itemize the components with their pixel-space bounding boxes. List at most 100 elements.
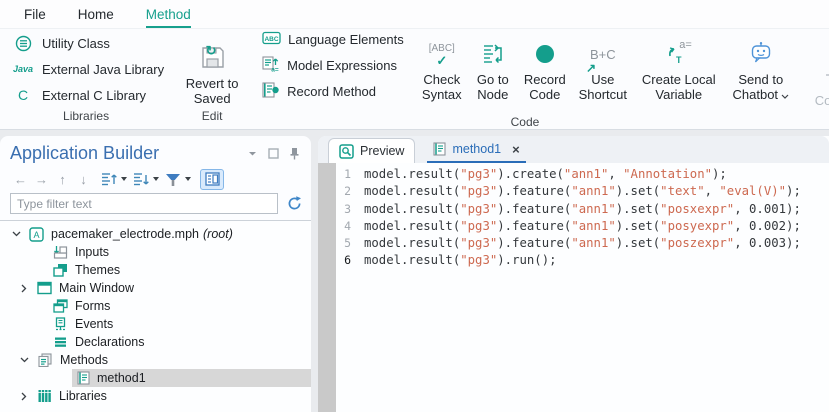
filter-input[interactable]: [10, 193, 278, 214]
code-string: "ann1": [571, 183, 615, 200]
code-text: model.result(: [364, 183, 460, 200]
tree-row-themes[interactable]: Themes: [0, 261, 311, 279]
expand-list-icon[interactable]: [132, 172, 150, 186]
code-text: model.result(: [364, 235, 460, 252]
tree-row-root[interactable]: A pacemaker_electrode.mph(root): [0, 225, 311, 243]
svg-text:T: T: [676, 55, 682, 65]
external-java-library-button[interactable]: Java External Java Library: [12, 58, 164, 81]
model-expressions-button[interactable]: a= Model Expressions: [262, 55, 404, 75]
tree-row-libraries[interactable]: Libraries: [0, 387, 311, 405]
line-number: 2: [336, 183, 364, 200]
code-text: ).feature(: [497, 235, 571, 252]
code-text: ).feature(: [497, 218, 571, 235]
code-line[interactable]: 3model.result("pg3").feature("ann1").set…: [336, 201, 829, 218]
utility-class-button[interactable]: Utility Class: [12, 32, 164, 55]
code-editor[interactable]: 1model.result("pg3").create("ann1", "Ann…: [318, 163, 829, 412]
create-local-variable-icon: a= T: [664, 36, 694, 72]
tab-method1[interactable]: method1 ×: [427, 137, 525, 163]
code-text: model.result(: [364, 201, 460, 218]
expander-expanded-icon[interactable]: [8, 231, 24, 237]
filter-dropdown[interactable]: [185, 177, 191, 181]
send-to-chatbot-button[interactable]: Send to Chatbot: [726, 29, 796, 115]
collapse-list-icon[interactable]: [100, 172, 118, 186]
expander-collapsed-icon[interactable]: [16, 284, 32, 293]
tree-row-inputs[interactable]: Inputs: [0, 243, 311, 261]
main-window-icon: [37, 281, 52, 295]
c-icon: C: [12, 87, 34, 103]
breakpoint-gutter[interactable]: [318, 163, 336, 412]
tree-row-forms[interactable]: Forms: [0, 297, 311, 315]
expand-list-dropdown[interactable]: [153, 177, 159, 181]
code-line[interactable]: 1model.result("pg3").create("ann1", "Ann…: [336, 166, 829, 183]
declarations-icon: [53, 335, 68, 349]
libraries-icon: [37, 389, 52, 403]
code-string: "eval(V)": [719, 183, 786, 200]
code-line[interactable]: 6model.result("pg3").run();: [336, 252, 829, 269]
tree-label: Events: [75, 317, 113, 331]
code-lines[interactable]: 1model.result("pg3").create("ann1", "Ann…: [336, 163, 829, 412]
code-string: "posxexpr": [660, 201, 734, 218]
tree-row-method1[interactable]: method1: [0, 369, 311, 387]
app-root-icon: A: [29, 227, 44, 242]
code-line[interactable]: 2model.result("pg3").feature("ann1").set…: [336, 183, 829, 200]
code-string: "pg3": [460, 235, 497, 252]
line-number: 1: [336, 166, 364, 183]
record-method-button[interactable]: Record Method: [262, 81, 404, 101]
revert-to-saved-icon: ↻: [199, 40, 226, 76]
language-elements-icon: ABC: [262, 31, 281, 48]
collapse-list-dropdown[interactable]: [121, 177, 127, 181]
line-number: 3: [336, 201, 364, 218]
go-to-node-button[interactable]: Go to Node: [470, 29, 516, 115]
tab-preview[interactable]: Preview: [328, 138, 415, 163]
record-code-label: Record Code: [518, 72, 572, 102]
external-c-library-label: External C Library: [42, 88, 146, 103]
code-string: "ann1": [571, 201, 615, 218]
create-local-variable-button[interactable]: a= T Create Local Variable: [634, 29, 724, 115]
events-icon: [53, 317, 68, 331]
code-string: "text": [660, 183, 704, 200]
panel-pin-icon[interactable]: [290, 147, 299, 160]
panel-float-icon[interactable]: [268, 148, 279, 159]
code-text: model.result(: [364, 218, 460, 235]
language-elements-button[interactable]: ABC Language Elements: [262, 29, 404, 49]
ribbon-group-libraries: Utility Class Java External Java Library…: [2, 29, 170, 129]
move-down-button[interactable]: ↓: [73, 172, 94, 187]
tree-label: pacemaker_electrode.mph(root): [51, 227, 233, 241]
send-to-chatbot-label: Send to Chatbot: [726, 72, 796, 102]
application-builder-panel: Application Builder ← → ↑ ↓: [0, 136, 311, 412]
tab-close-icon[interactable]: ×: [512, 142, 520, 157]
refresh-icon[interactable]: [286, 195, 303, 212]
tree-row-declarations[interactable]: Declarations: [0, 333, 311, 351]
java-icon: Java: [12, 64, 34, 74]
external-c-library-button[interactable]: C External C Library: [12, 84, 164, 107]
expander-collapsed-icon[interactable]: [16, 392, 32, 401]
back-button[interactable]: ←: [10, 172, 31, 187]
code-line[interactable]: 5model.result("pg3").feature("ann1").set…: [336, 235, 829, 252]
code-text: );: [786, 183, 801, 200]
move-up-button[interactable]: ↑: [52, 172, 73, 187]
menu-tab-home[interactable]: Home: [78, 7, 114, 28]
code-string: "pg3": [460, 252, 497, 269]
tree-row-main-window[interactable]: Main Window: [0, 279, 311, 297]
expander-expanded-icon[interactable]: [16, 357, 32, 363]
code-text: ,: [608, 166, 623, 183]
panel-menu-chevron-icon[interactable]: [248, 151, 257, 157]
revert-to-saved-button[interactable]: ↻ Revert to Saved: [180, 33, 244, 106]
record-code-button[interactable]: Record Code: [518, 29, 572, 115]
tree-row-events[interactable]: Events: [0, 315, 311, 333]
menu-tab-method[interactable]: Method: [146, 7, 191, 28]
check-syntax-button[interactable]: [ABC] ✓ Check Syntax: [416, 29, 468, 115]
tree-row-methods[interactable]: Methods: [0, 351, 311, 369]
filter-icon[interactable]: [164, 172, 182, 187]
use-shortcut-button[interactable]: B+C ↗ Use Shortcut: [574, 29, 632, 115]
show-all-code-toggle[interactable]: [200, 169, 224, 190]
utility-class-label: Utility Class: [42, 36, 110, 51]
forward-button[interactable]: →: [31, 172, 52, 187]
code-text: ).feature(: [497, 201, 571, 218]
menu-tab-file[interactable]: File: [24, 7, 46, 28]
tree-label: method1: [97, 371, 146, 385]
continue-button[interactable]: Continue: [806, 50, 829, 108]
code-line[interactable]: 4model.result("pg3").feature("ann1").set…: [336, 218, 829, 235]
code-text: , 0.001);: [734, 201, 801, 218]
use-shortcut-icon: B+C ↗: [590, 36, 616, 72]
